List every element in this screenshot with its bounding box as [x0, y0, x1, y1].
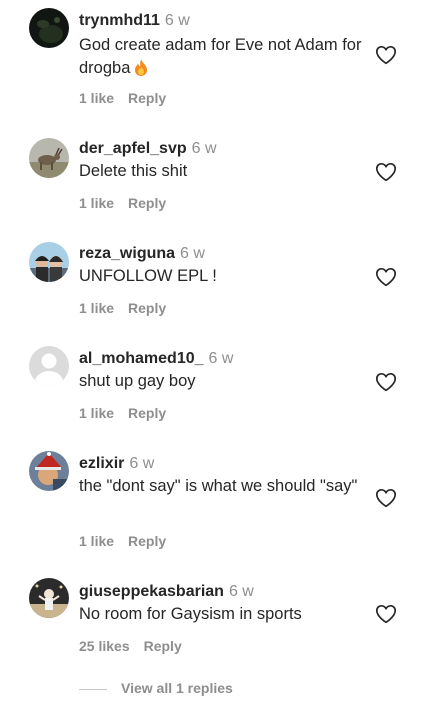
comment-header: giuseppekasbarian 6 w [79, 582, 254, 602]
timestamp: 6 w [228, 583, 254, 600]
reply-button[interactable]: Reply [128, 533, 166, 549]
timestamp: 6 w [164, 12, 190, 29]
comment-actions: 1 like Reply [79, 299, 166, 317]
reply-button[interactable]: Reply [128, 195, 166, 211]
heart-outline-icon[interactable] [375, 488, 397, 508]
comment-actions: 1 like Reply [79, 89, 166, 107]
comment-text: No room for Gaysism in sports [79, 603, 364, 626]
comment-body: the "dont say" is what we should "say" [79, 477, 358, 495]
comment-body: Delete this shit [79, 162, 188, 180]
timestamp: 6 w [208, 350, 234, 367]
view-replies-row: View all 1 replies [79, 678, 233, 698]
heart-outline-icon[interactable] [375, 45, 397, 65]
avatar[interactable] [29, 138, 69, 178]
avatar[interactable] [29, 578, 69, 618]
heart-outline-icon[interactable] [375, 604, 397, 624]
comment-body: God create adam for Eve not Adam for dro… [79, 36, 362, 77]
likes-count[interactable]: 1 like [79, 533, 114, 549]
comment-actions: 1 like Reply [79, 194, 166, 212]
comment-body: UNFOLLOW EPL ! [79, 267, 217, 285]
comment-body: No room for Gaysism in sports [79, 605, 302, 623]
reply-button[interactable]: Reply [144, 638, 182, 654]
likes-count[interactable]: 25 likes [79, 638, 130, 654]
view-replies-button[interactable]: View all 1 replies [121, 680, 233, 696]
avatar[interactable] [29, 451, 69, 491]
comment-header: der_apfel_svp 6 w [79, 139, 217, 159]
username-link[interactable]: al_mohamed10_ [79, 350, 204, 367]
avatar[interactable] [29, 242, 69, 282]
avatar[interactable] [29, 346, 69, 386]
heart-outline-icon[interactable] [375, 162, 397, 182]
likes-count[interactable]: 1 like [79, 405, 114, 421]
username-link[interactable]: der_apfel_svp [79, 140, 187, 157]
timestamp: 6 w [180, 245, 205, 262]
comment-header: trynmhd11 6 w [79, 11, 190, 31]
reply-button[interactable]: Reply [128, 90, 166, 106]
comment-header: ezlixir 6 w [79, 454, 154, 474]
fire-emoji-icon [134, 59, 148, 83]
username-link[interactable]: trynmhd11 [79, 12, 160, 29]
comment-header: reza_wiguna 6 w [79, 244, 205, 264]
username-link[interactable]: reza_wiguna [79, 245, 175, 262]
heart-outline-icon[interactable] [375, 267, 397, 287]
likes-count[interactable]: 1 like [79, 195, 114, 211]
timestamp: 6 w [129, 455, 155, 472]
comment-header: al_mohamed10_ 6 w [79, 349, 233, 369]
avatar[interactable] [29, 8, 69, 48]
comment-text: shut up gay boy [79, 370, 364, 393]
comment-actions: 1 like Reply [79, 532, 166, 550]
likes-count[interactable]: 1 like [79, 90, 114, 106]
comment-text: UNFOLLOW EPL ! [79, 265, 364, 288]
comment-text: God create adam for Eve not Adam for dro… [79, 34, 364, 83]
reply-button[interactable]: Reply [128, 300, 166, 316]
comment-actions: 1 like Reply [79, 404, 166, 422]
comment-text: Delete this shit [79, 160, 364, 183]
timestamp: 6 w [191, 140, 217, 157]
reply-button[interactable]: Reply [128, 405, 166, 421]
replies-divider [79, 688, 107, 690]
comment-actions: 25 likes Reply [79, 637, 182, 655]
username-link[interactable]: ezlixir [79, 455, 124, 472]
username-link[interactable]: giuseppekasbarian [79, 583, 224, 600]
comment-text: the "dont say" is what we should "say" [79, 475, 364, 498]
heart-outline-icon[interactable] [375, 372, 397, 392]
comment-body: shut up gay boy [79, 372, 196, 390]
likes-count[interactable]: 1 like [79, 300, 114, 316]
